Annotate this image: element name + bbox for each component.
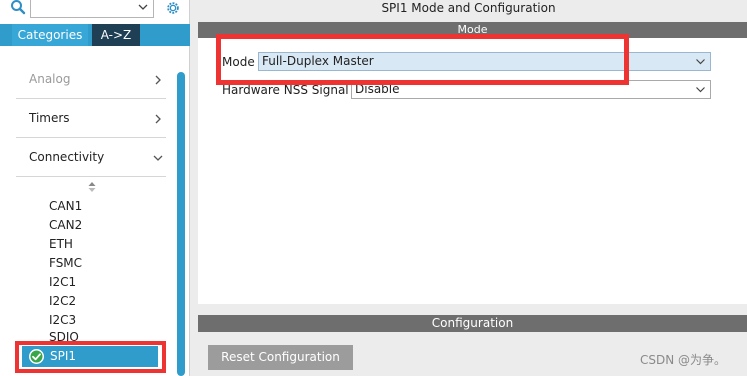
category-tabs: Categories A->Z [0, 24, 190, 46]
peripheral-eth[interactable]: ETH [49, 235, 73, 254]
scrollbar-thumb[interactable] [177, 72, 185, 376]
gear-icon[interactable] [164, 0, 182, 16]
highlight-box [216, 34, 629, 85]
tab-a-to-z[interactable]: A->Z [92, 24, 140, 46]
chevron-down-icon[interactable] [137, 1, 149, 13]
category-panel: Analog Timers Connectivity [8, 46, 175, 376]
search-icon[interactable] [10, 0, 26, 16]
left-sidebar: Categories A->Z Analog Timers Connectivi… [0, 0, 190, 376]
chevron-down-icon [153, 155, 163, 161]
chevron-down-icon [696, 87, 705, 93]
category-timers[interactable]: Timers [16, 100, 166, 138]
category-analog[interactable]: Analog [16, 61, 166, 99]
watermark: CSDN @为争。 [640, 353, 727, 367]
peripheral-can2[interactable]: CAN2 [49, 216, 82, 235]
peripheral-can1[interactable]: CAN1 [49, 197, 82, 216]
chevron-down-icon [696, 59, 705, 65]
category-label: Connectivity [29, 150, 105, 164]
peripheral-fsmc[interactable]: FSMC [49, 254, 82, 273]
peripheral-sdio[interactable]: SDIO [49, 328, 79, 342]
highlight-box [15, 341, 166, 373]
category-label: Timers [29, 111, 70, 125]
category-connectivity[interactable]: Connectivity [16, 139, 166, 177]
reset-configuration-button[interactable]: Reset Configuration [208, 345, 353, 370]
hardware-nss-signal-label: Hardware NSS Signal [222, 83, 349, 97]
category-label: Analog [29, 72, 71, 86]
configuration-section-header: Configuration [198, 315, 747, 332]
chevron-right-icon [155, 114, 161, 124]
sort-icon[interactable] [87, 181, 97, 193]
tab-categories[interactable]: Categories [12, 24, 88, 46]
chevron-right-icon [155, 75, 161, 85]
search-input[interactable] [30, 0, 154, 18]
page-title: SPI1 Mode and Configuration [381, 1, 556, 15]
peripheral-i2c2[interactable]: I2C2 [49, 292, 76, 311]
peripheral-i2c1[interactable]: I2C1 [49, 273, 76, 292]
